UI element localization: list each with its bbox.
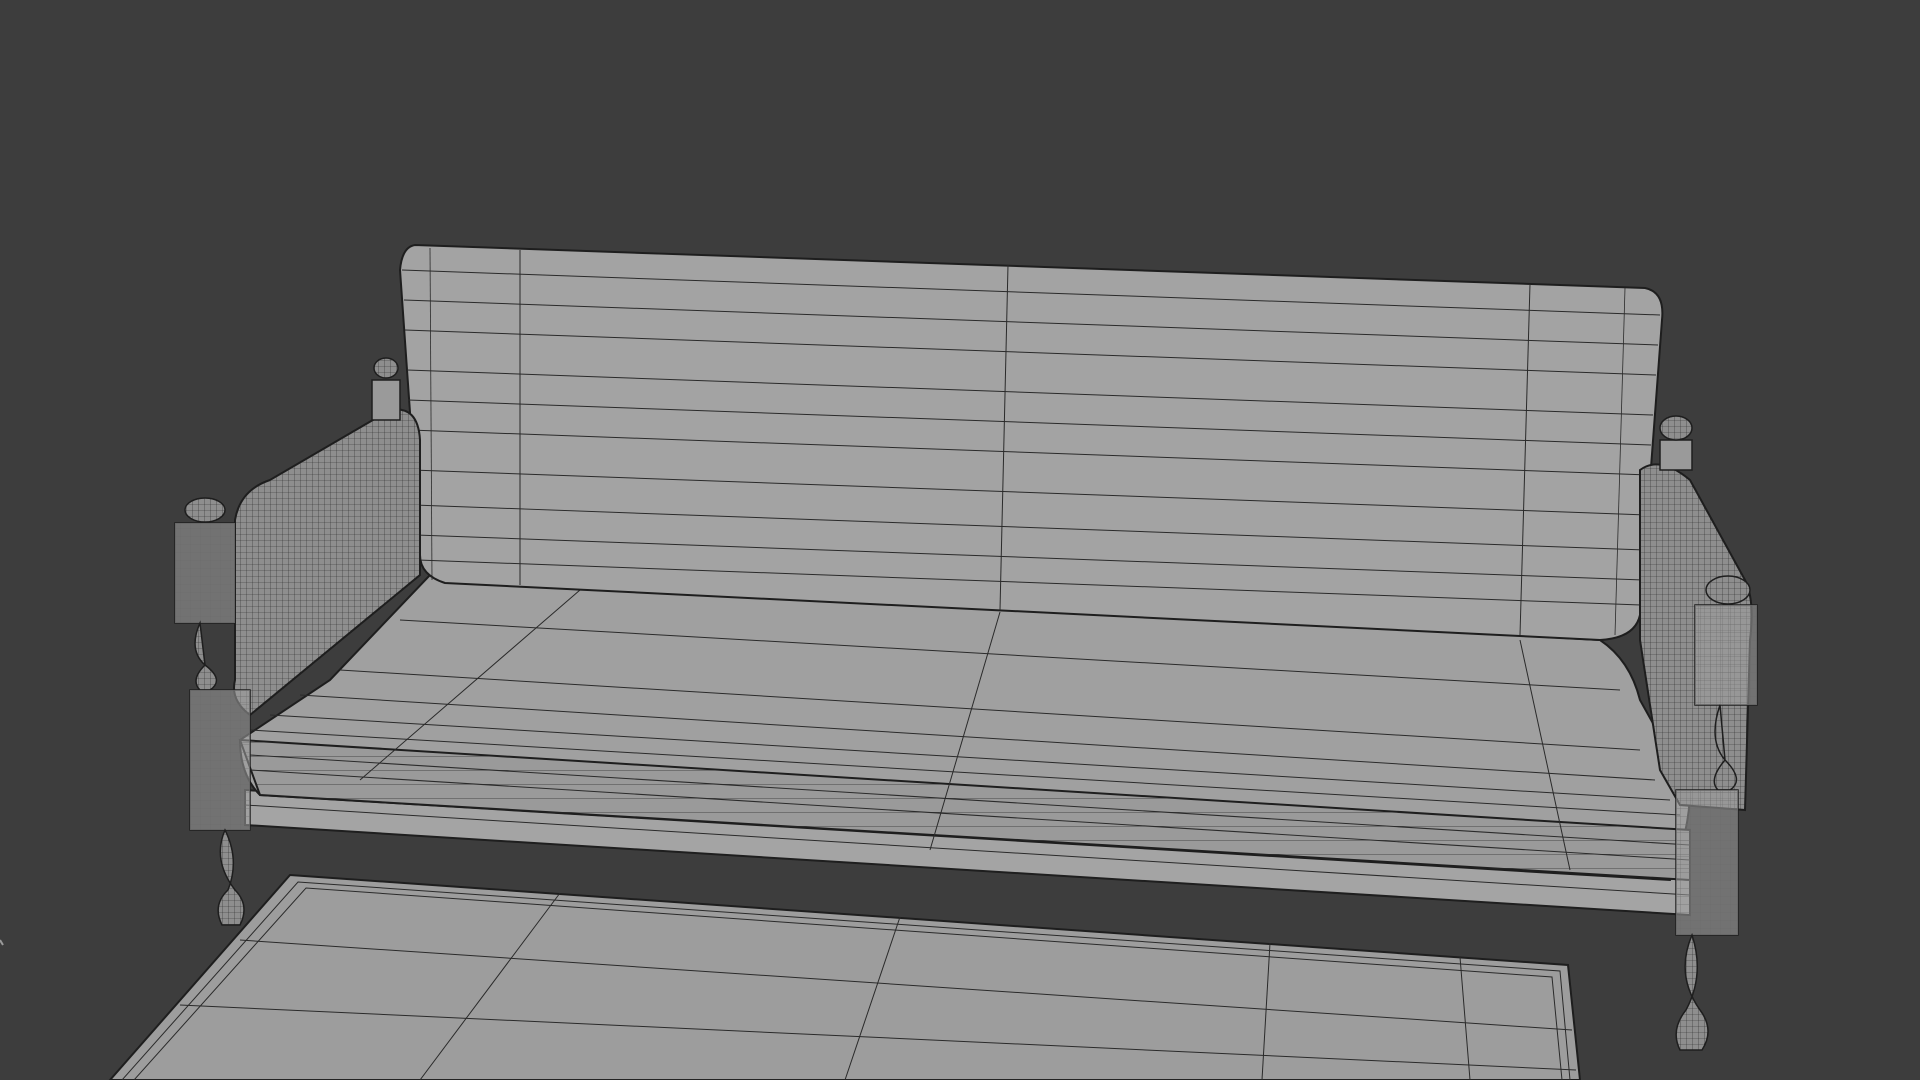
sofa-right-back-post[interactable] [1659, 415, 1693, 471]
sofa-back-cushion[interactable] [398, 243, 1664, 642]
viewport-edge-marker [0, 939, 4, 946]
sofa-left-back-post[interactable] [371, 357, 401, 421]
viewport-canvas[interactable] [0, 0, 1920, 1080]
3d-viewport[interactable] [0, 0, 1920, 1080]
rug-mesh[interactable] [108, 873, 1582, 1080]
